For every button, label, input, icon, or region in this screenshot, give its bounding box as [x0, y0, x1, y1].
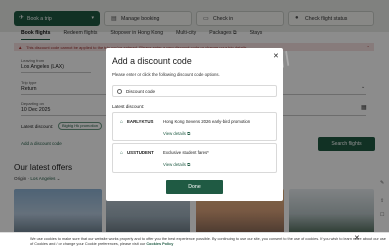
cookie-banner: We use cookies to make sure that our web…	[0, 232, 389, 250]
tag-icon: ⌂	[120, 150, 124, 156]
modal-title: Add a discount code	[112, 56, 192, 66]
discount-offer-card[interactable]: ⌂ EARLYKTUS Hong Kong Sevens 2026 early-…	[112, 112, 277, 141]
latest-discount-label: Latest discount:	[112, 104, 145, 109]
view-details-link[interactable]: View details ⧉	[163, 131, 190, 136]
view-details-link[interactable]: View details ⧉	[163, 162, 190, 167]
close-icon[interactable]: ✕	[273, 52, 279, 60]
discount-code: USSTUDENT	[127, 150, 154, 155]
radio-label: Discount code	[126, 88, 156, 94]
done-button[interactable]: Done	[166, 180, 223, 194]
discount-code: EARLYKTUS	[127, 119, 154, 124]
discount-code-radio[interactable]: Discount code	[112, 85, 277, 97]
cookie-text: We use cookies to make sure that our web…	[30, 237, 386, 246]
discount-modal: Add a discount code ✕ Please enter or cl…	[106, 48, 283, 201]
cookies-policy-link[interactable]: Cookies Policy	[146, 242, 173, 246]
tag-icon: ⌂	[120, 119, 124, 125]
radio-icon	[117, 88, 122, 94]
external-link-icon: ⧉	[187, 162, 191, 167]
offer-description: Hong Kong Sevens 2026 early-bird promoti…	[163, 119, 251, 124]
modal-subtitle: Please enter or click the following disc…	[112, 72, 220, 77]
external-link-icon: ⧉	[187, 131, 191, 136]
close-icon[interactable]: ✕	[354, 235, 360, 242]
discount-offer-card[interactable]: ⌂ USSTUDENT Exclusive student fares* Vie…	[112, 143, 277, 173]
offer-description: Exclusive student fares*	[163, 150, 209, 155]
